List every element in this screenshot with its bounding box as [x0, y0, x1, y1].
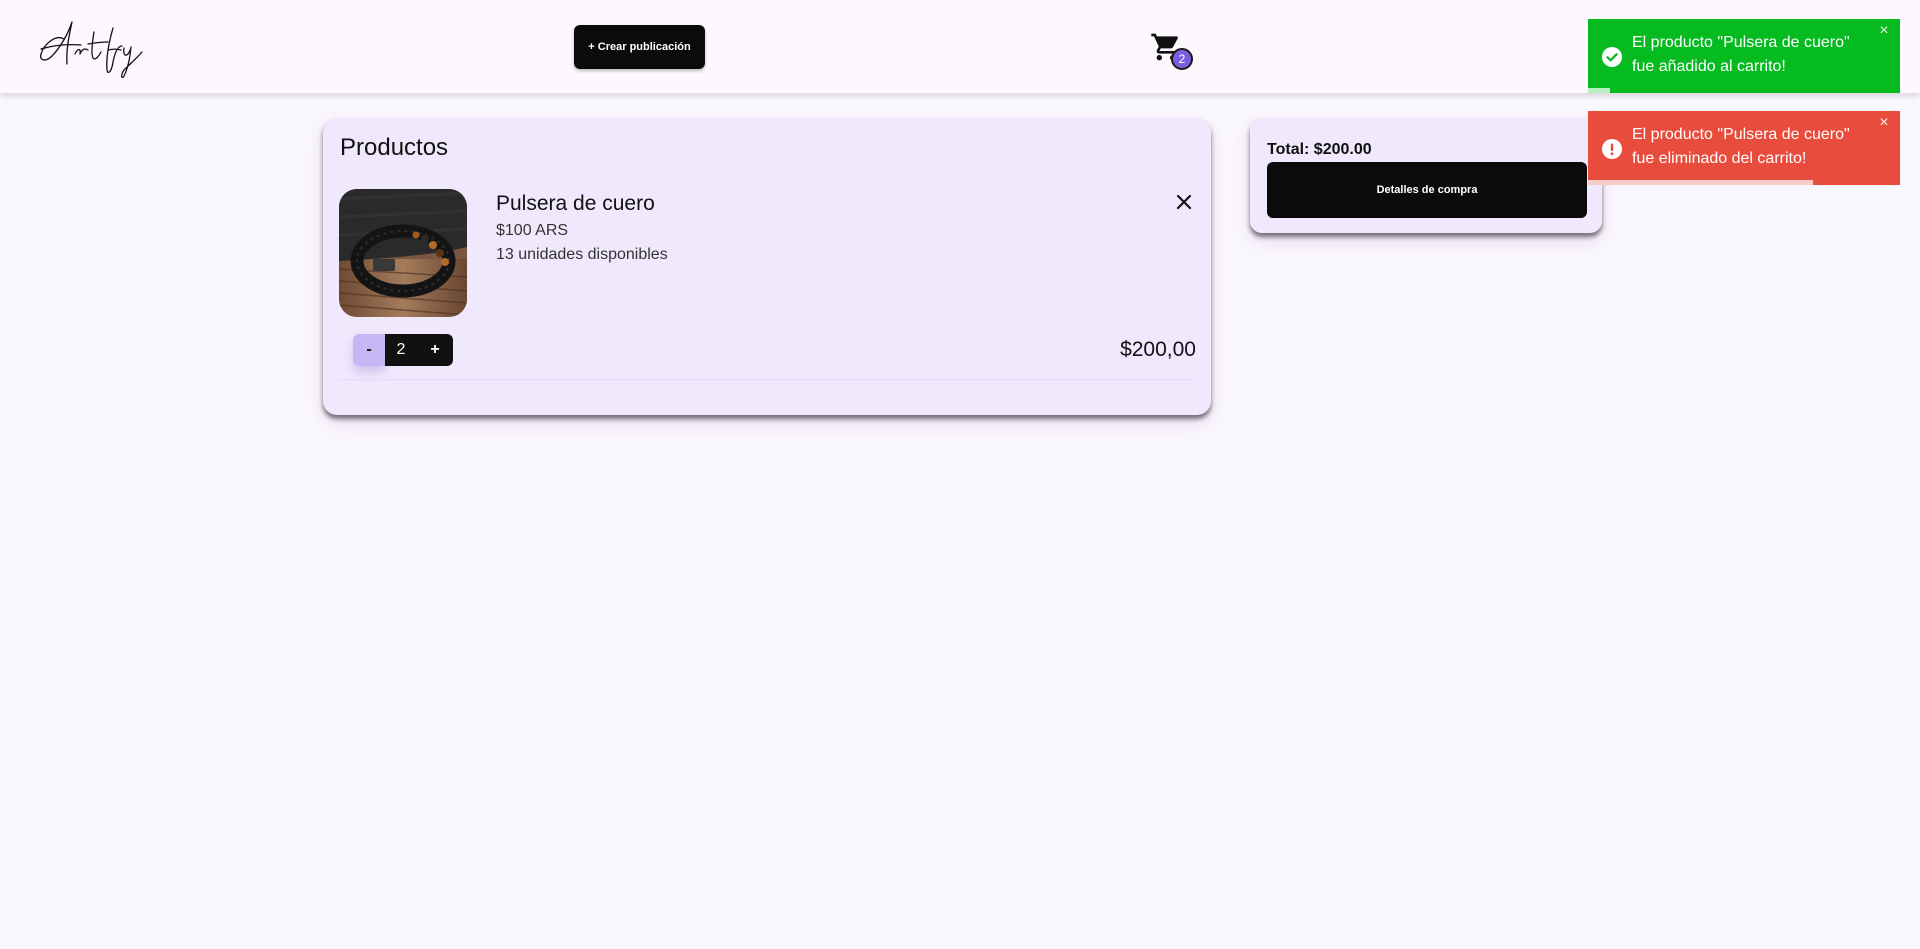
alert-circle-icon: [1602, 139, 1622, 159]
products-card: Productos Pulsera de cuero $100 ARS 13 u…: [323, 118, 1211, 415]
toast-message: El producto "Pulsera de cuero" fue elimi…: [1632, 126, 1850, 167]
item-subtotal: $200,00: [1120, 338, 1196, 361]
product-stock: 13 unidades disponibles: [496, 246, 668, 263]
purchase-details-button[interactable]: Detalles de compra: [1267, 162, 1587, 218]
brand-logo[interactable]: [38, 14, 148, 78]
cart-count-badge: 2: [1171, 48, 1193, 70]
cart-button[interactable]: 2: [1148, 28, 1198, 72]
toast-close-button[interactable]: ×: [1876, 23, 1892, 39]
product-unit-price: $100 ARS: [496, 222, 569, 239]
product-name[interactable]: Pulsera de cuero: [496, 192, 655, 216]
toast-progress-bar: [1588, 180, 1813, 185]
toast-error[interactable]: El producto "Pulsera de cuero" fue elimi…: [1588, 111, 1900, 185]
toast-close-button[interactable]: ×: [1876, 115, 1892, 131]
check-circle-icon: [1602, 47, 1622, 67]
order-summary-card: Total: $200.00 Detalles de compra: [1250, 118, 1602, 233]
toast-success[interactable]: El producto "Pulsera de cuero" fue añadi…: [1588, 19, 1900, 93]
increase-quantity-button[interactable]: +: [417, 334, 453, 366]
item-divider: [339, 379, 1196, 380]
quantity-stepper: - 2 +: [353, 334, 453, 366]
product-image: [339, 189, 467, 317]
order-total: Total: $200.00: [1267, 141, 1372, 158]
products-title: Productos: [340, 134, 449, 161]
remove-item-button[interactable]: [1172, 190, 1196, 214]
toast-progress-bar: [1588, 88, 1610, 93]
quantity-value: 2: [385, 334, 417, 366]
create-publication-button[interactable]: + Crear publicación: [574, 25, 705, 69]
toast-message: El producto "Pulsera de cuero" fue añadi…: [1632, 34, 1850, 75]
close-icon: [1176, 194, 1192, 210]
decrease-quantity-button[interactable]: -: [353, 334, 385, 366]
